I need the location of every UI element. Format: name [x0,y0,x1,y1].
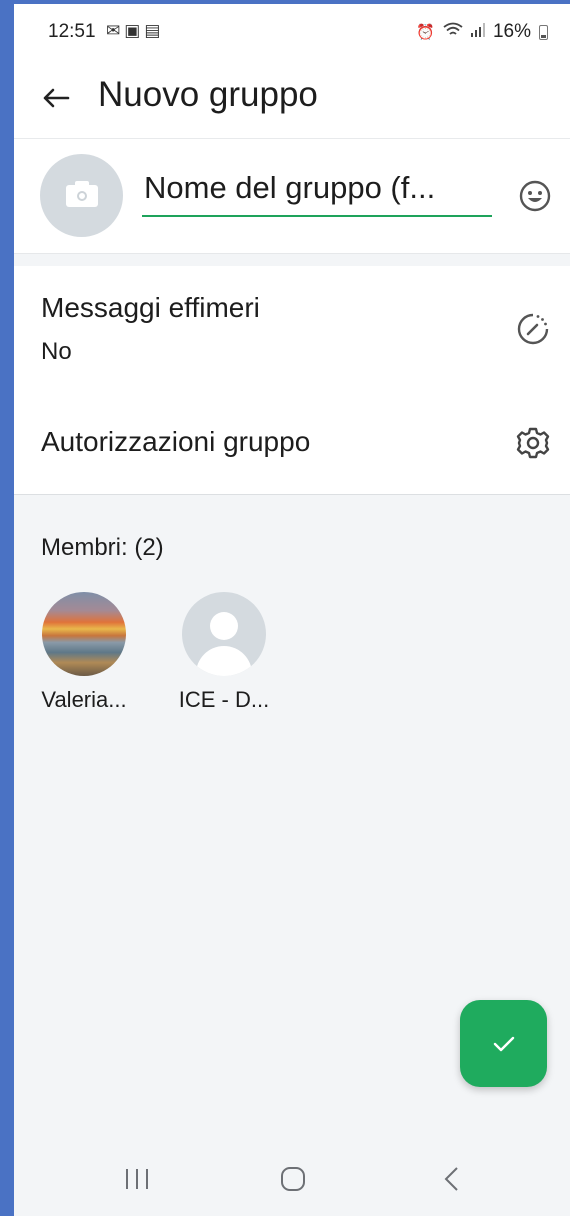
member-name: Valeria... [41,687,127,712]
battery-icon [539,24,548,40]
group-info-section [14,139,570,254]
group-settings-section: Messaggi effimeri No Autorizzazioni grup… [14,266,570,495]
permissions-title: Autorizzazioni gruppo [41,426,311,457]
wifi-icon [443,22,463,42]
group-permissions-row[interactable]: Autorizzazioni gruppo [14,406,570,476]
check-icon [493,1036,514,1051]
phone-screen: 12:51 ✉▣▤ ⏰ 16% Nuovo gruppo Nome del gr… [14,4,570,1216]
home-button[interactable] [268,1156,318,1202]
back-icon [444,1167,458,1191]
member-item[interactable]: Valeria... [24,592,144,713]
timer-icon [516,312,550,346]
ephemeral-messages-row[interactable]: Messaggi effimeri No [14,266,570,386]
calendar-icon: ▤ [144,21,165,40]
status-time: 12:51 [48,21,96,42]
group-photo-button[interactable] [40,154,123,237]
ephemeral-value: No [41,338,72,365]
app-bar: Nuovo gruppo [14,60,570,139]
home-icon [281,1167,305,1191]
member-name: ICE - D... [178,687,270,712]
gallery-icon: ▣ [124,21,145,40]
gear-icon [516,426,550,460]
avatar [42,592,126,676]
default-person-icon [182,592,266,676]
status-right: ⏰ 16% [416,21,548,43]
group-name-input[interactable] [142,167,492,217]
members-label: Membri: (2) [41,534,164,561]
member-item[interactable]: ICE - D... [164,592,284,713]
status-bar: 12:51 ✉▣▤ ⏰ 16% [14,4,570,60]
nav-back-button[interactable] [426,1156,476,1202]
back-button[interactable] [36,78,76,118]
system-nav-bar [14,1142,570,1216]
gmail-icon: ✉ [106,21,125,40]
confirm-create-group-button[interactable] [460,1000,547,1087]
page-title: Nuovo gruppo [98,75,318,114]
ephemeral-title: Messaggi effimeri [41,292,260,323]
emoji-button[interactable] [518,179,552,213]
battery-percent: 16% [492,21,531,42]
alarm-icon: ⏰ [416,24,435,41]
recents-button[interactable] [112,1156,162,1202]
signal-icon [470,23,485,41]
arrow-left-icon [43,88,70,108]
emoji-icon [519,180,551,212]
notification-icons: ✉▣▤ [106,21,164,41]
camera-icon [65,180,98,207]
recents-icon [126,1169,148,1189]
